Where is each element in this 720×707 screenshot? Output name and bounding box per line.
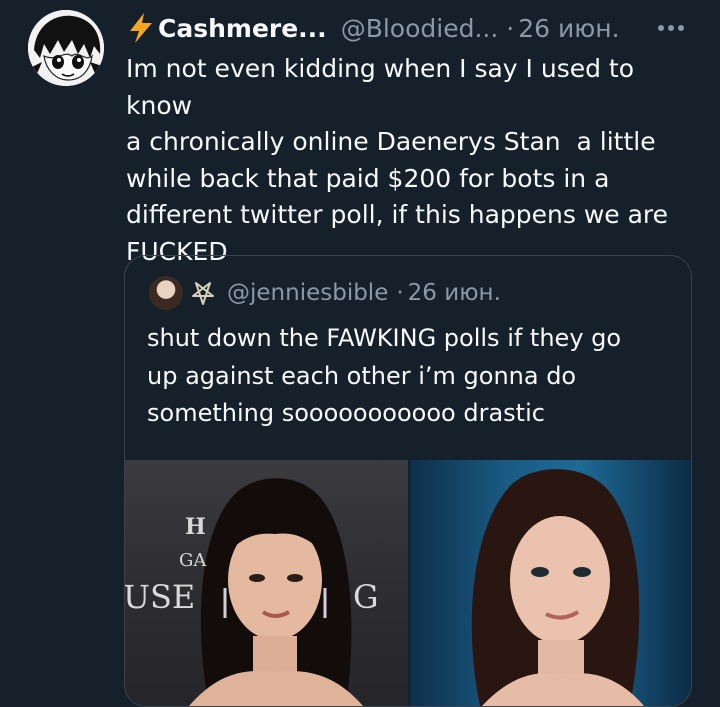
- backdrop-letter-h: H: [185, 514, 206, 540]
- tweet-header: Cashmere... @Bloodied... · 26 июн.: [126, 11, 620, 45]
- more-options-icon[interactable]: [656, 22, 686, 34]
- tweet-date[interactable]: 26 июн.: [518, 14, 619, 43]
- tweet-text: Im not even kidding when I say I used to…: [126, 54, 669, 266]
- quoted-tweet-date[interactable]: 26 июн.: [408, 280, 501, 306]
- tweet[interactable]: Cashmere... @Bloodied... · 26 июн. Im no…: [0, 0, 720, 707]
- backdrop-letter-g: G: [353, 578, 379, 616]
- quoted-header-separator: ·: [396, 280, 404, 306]
- pentagram-icon: [192, 282, 214, 305]
- quoted-author-avatar[interactable]: [149, 276, 183, 310]
- lightning-bolt-icon: [130, 13, 152, 43]
- author-handle[interactable]: @Bloodied...: [341, 14, 499, 43]
- quoted-tweet-text: shut down the FAWKING polls if they go u…: [147, 324, 622, 427]
- quoted-tweet[interactable]: @jenniesbible · 26 июн. shut down the FA…: [124, 255, 692, 707]
- quoted-photo-right[interactable]: [410, 460, 691, 706]
- header-separator: ·: [506, 13, 515, 43]
- author-display-name[interactable]: Cashmere...: [158, 14, 327, 43]
- quoted-author-handle[interactable]: @jenniesbible: [227, 280, 388, 306]
- manga-avatar-art: [28, 10, 104, 86]
- portrait-photo-right: [471, 469, 644, 706]
- author-avatar[interactable]: [28, 10, 104, 86]
- quoted-tweet-header: @jenniesbible · 26 июн.: [149, 276, 501, 310]
- quoted-photo-left[interactable]: H GA USE G: [125, 460, 408, 706]
- backdrop-letters-ga: GA: [179, 550, 207, 571]
- backdrop-letters-use: USE: [125, 578, 196, 616]
